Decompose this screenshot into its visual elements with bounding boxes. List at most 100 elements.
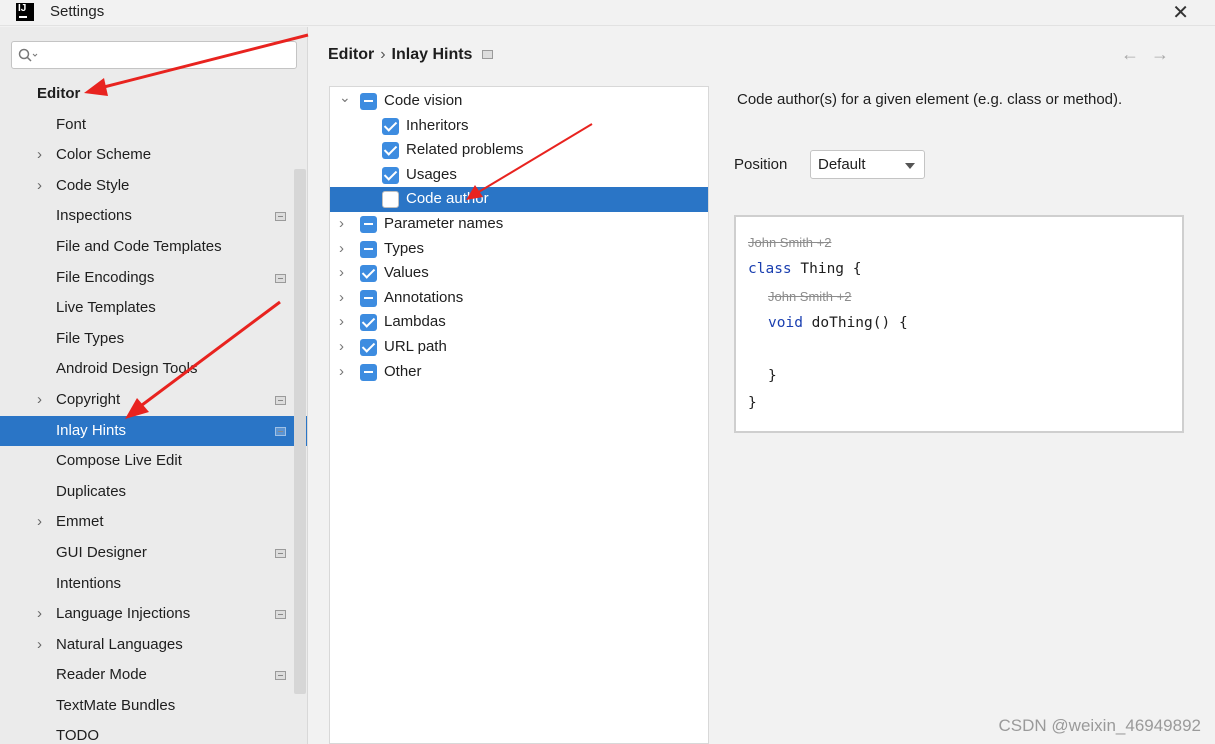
chevron-right-icon[interactable]: › xyxy=(37,171,42,202)
checkbox[interactable] xyxy=(360,215,377,233)
chevron-right-icon[interactable]: › xyxy=(339,286,344,311)
sidebar-item-inlay-hints[interactable]: Inlay Hints xyxy=(0,415,307,447)
sidebar-item-gui-designer[interactable]: GUI Designer xyxy=(0,538,294,569)
tree-row-code-vision[interactable]: ⌄ Code vision xyxy=(330,89,708,114)
project-scope-icon xyxy=(275,426,286,436)
sidebar-item-label: File and Code Templates xyxy=(56,237,222,255)
chevron-right-icon[interactable]: › xyxy=(339,237,344,262)
tree-row-label: Inheritors xyxy=(406,116,469,134)
sidebar-item-emmet[interactable]: › Emmet xyxy=(0,507,294,538)
sidebar-item-label: TextMate Bundles xyxy=(56,696,176,714)
checkbox[interactable] xyxy=(382,191,399,209)
sidebar-item-label: Color Scheme xyxy=(56,146,152,164)
code-author-hint: John Smith +2 xyxy=(748,235,832,250)
code-text: doThing() { xyxy=(802,315,908,331)
chevron-right-icon[interactable]: › xyxy=(339,212,344,237)
checkbox[interactable] xyxy=(360,240,377,258)
settings-search[interactable] xyxy=(11,41,297,69)
checkbox[interactable] xyxy=(360,289,377,307)
checkbox[interactable] xyxy=(382,166,399,184)
sidebar-item-android-design-tools[interactable]: Android Design Tools xyxy=(0,354,294,385)
sidebar-item-textmate-bundles[interactable]: TextMate Bundles xyxy=(0,691,294,722)
checkbox[interactable] xyxy=(360,363,377,381)
tree-row-lambdas[interactable]: › Lambdas xyxy=(330,310,708,335)
sidebar-item-compose-live-edit[interactable]: Compose Live Edit xyxy=(0,446,294,477)
tree-row-other[interactable]: › Other xyxy=(330,360,708,385)
sidebar-item-live-templates[interactable]: Live Templates xyxy=(0,293,294,324)
sidebar-item-file-and-code-templates[interactable]: File and Code Templates xyxy=(0,232,294,263)
search-input[interactable] xyxy=(42,45,282,65)
sidebar-item-natural-languages[interactable]: › Natural Languages xyxy=(0,630,294,661)
checkbox[interactable] xyxy=(382,117,399,135)
code-preview: John Smith +2 class Thing { John Smith +… xyxy=(734,215,1184,433)
sidebar-item-intentions[interactable]: Intentions xyxy=(0,569,294,600)
sidebar-item-label: Inlay Hints xyxy=(56,421,127,439)
tree-row-label: Lambdas xyxy=(384,313,446,331)
sidebar-item-inspections[interactable]: Inspections xyxy=(0,201,294,232)
tree-row-inheritors[interactable]: Inheritors xyxy=(330,114,708,139)
position-dropdown[interactable]: Default xyxy=(810,150,925,179)
settings-sidebar: Editor Font › Color Scheme › Code Style Inspec… xyxy=(0,27,308,744)
chevron-right-icon[interactable]: › xyxy=(339,360,344,385)
checkbox[interactable] xyxy=(360,314,377,332)
sidebar-item-todo[interactable]: TODO xyxy=(0,721,294,744)
tree-row-types[interactable]: › Types xyxy=(330,237,708,262)
checkbox[interactable] xyxy=(360,265,377,283)
tree-row-values[interactable]: › Values xyxy=(330,261,708,286)
tree-row-related-problems[interactable]: Related problems xyxy=(330,138,708,163)
position-value: Default xyxy=(818,156,866,173)
project-scope-icon xyxy=(275,671,286,681)
sidebar-item-label: Emmet xyxy=(56,513,104,531)
code-line: } xyxy=(748,395,757,411)
tree-row-label: Annotations xyxy=(384,288,464,306)
sidebar-item-reader-mode[interactable]: Reader Mode xyxy=(0,660,294,691)
chevron-right-icon[interactable]: › xyxy=(339,310,344,335)
sidebar-item-font[interactable]: Font xyxy=(0,110,294,141)
tree-row-annotations[interactable]: › Annotations xyxy=(330,286,708,311)
sidebar-item-label: Inspections xyxy=(56,207,132,225)
close-button[interactable]: ✕ xyxy=(1172,0,1189,25)
code-author-hint: John Smith +2 xyxy=(768,289,852,304)
sidebar-list: Editor Font › Color Scheme › Code Style Inspec… xyxy=(0,79,307,744)
sidebar-item-code-style[interactable]: › Code Style xyxy=(0,171,294,202)
sidebar-item-file-encodings[interactable]: File Encodings xyxy=(0,263,294,294)
breadcrumb-separator: › xyxy=(380,46,386,63)
tree-row-label: Types xyxy=(384,239,425,257)
chevron-right-icon[interactable]: › xyxy=(37,599,42,630)
chevron-right-icon[interactable]: › xyxy=(37,140,42,171)
sidebar-item-label: Editor xyxy=(37,85,81,102)
project-scope-icon xyxy=(275,548,286,558)
sidebar-item-copyright[interactable]: › Copyright xyxy=(0,385,294,416)
chevron-right-icon[interactable]: › xyxy=(37,507,42,538)
tree-row-usages[interactable]: Usages xyxy=(330,163,708,188)
checkbox[interactable] xyxy=(360,93,377,110)
chevron-right-icon[interactable]: › xyxy=(37,630,42,661)
tree-row-url-path[interactable]: › URL path xyxy=(330,335,708,360)
code-line: void doThing() { xyxy=(768,315,908,331)
checkbox[interactable] xyxy=(360,338,377,356)
sidebar-item-label: Copyright xyxy=(56,390,121,408)
intellij-app-icon: IJ xyxy=(16,3,34,21)
checkbox[interactable] xyxy=(382,142,399,160)
forward-arrow-icon[interactable]: → xyxy=(1151,44,1181,64)
sidebar-item-editor[interactable]: Editor xyxy=(0,79,294,110)
chevron-right-icon[interactable]: › xyxy=(37,385,42,416)
sidebar-scrollbar[interactable] xyxy=(294,169,306,694)
sidebar-item-label: Live Templates xyxy=(56,299,156,317)
tree-row-parameter-names[interactable]: › Parameter names xyxy=(330,212,708,237)
tree-row-label: Usages xyxy=(406,165,457,183)
sidebar-item-language-injections[interactable]: › Language Injections xyxy=(0,599,294,630)
chevron-right-icon[interactable]: › xyxy=(339,335,344,360)
chevron-down-icon[interactable]: ⌄ xyxy=(339,85,351,110)
tree-row-label: Values xyxy=(384,264,429,282)
project-scope-icon xyxy=(275,610,286,620)
sidebar-item-label: Natural Languages xyxy=(56,635,183,653)
tree-row-code-author[interactable]: Code author xyxy=(330,187,708,212)
sidebar-item-duplicates[interactable]: Duplicates xyxy=(0,477,294,508)
sidebar-item-file-types[interactable]: File Types xyxy=(0,324,294,355)
breadcrumb-parent[interactable]: Editor xyxy=(328,46,374,63)
back-arrow-icon[interactable]: ← xyxy=(1121,44,1151,64)
sidebar-item-color-scheme[interactable]: › Color Scheme xyxy=(0,140,294,171)
tree-row-label: Code author xyxy=(406,190,489,208)
chevron-right-icon[interactable]: › xyxy=(339,261,344,286)
